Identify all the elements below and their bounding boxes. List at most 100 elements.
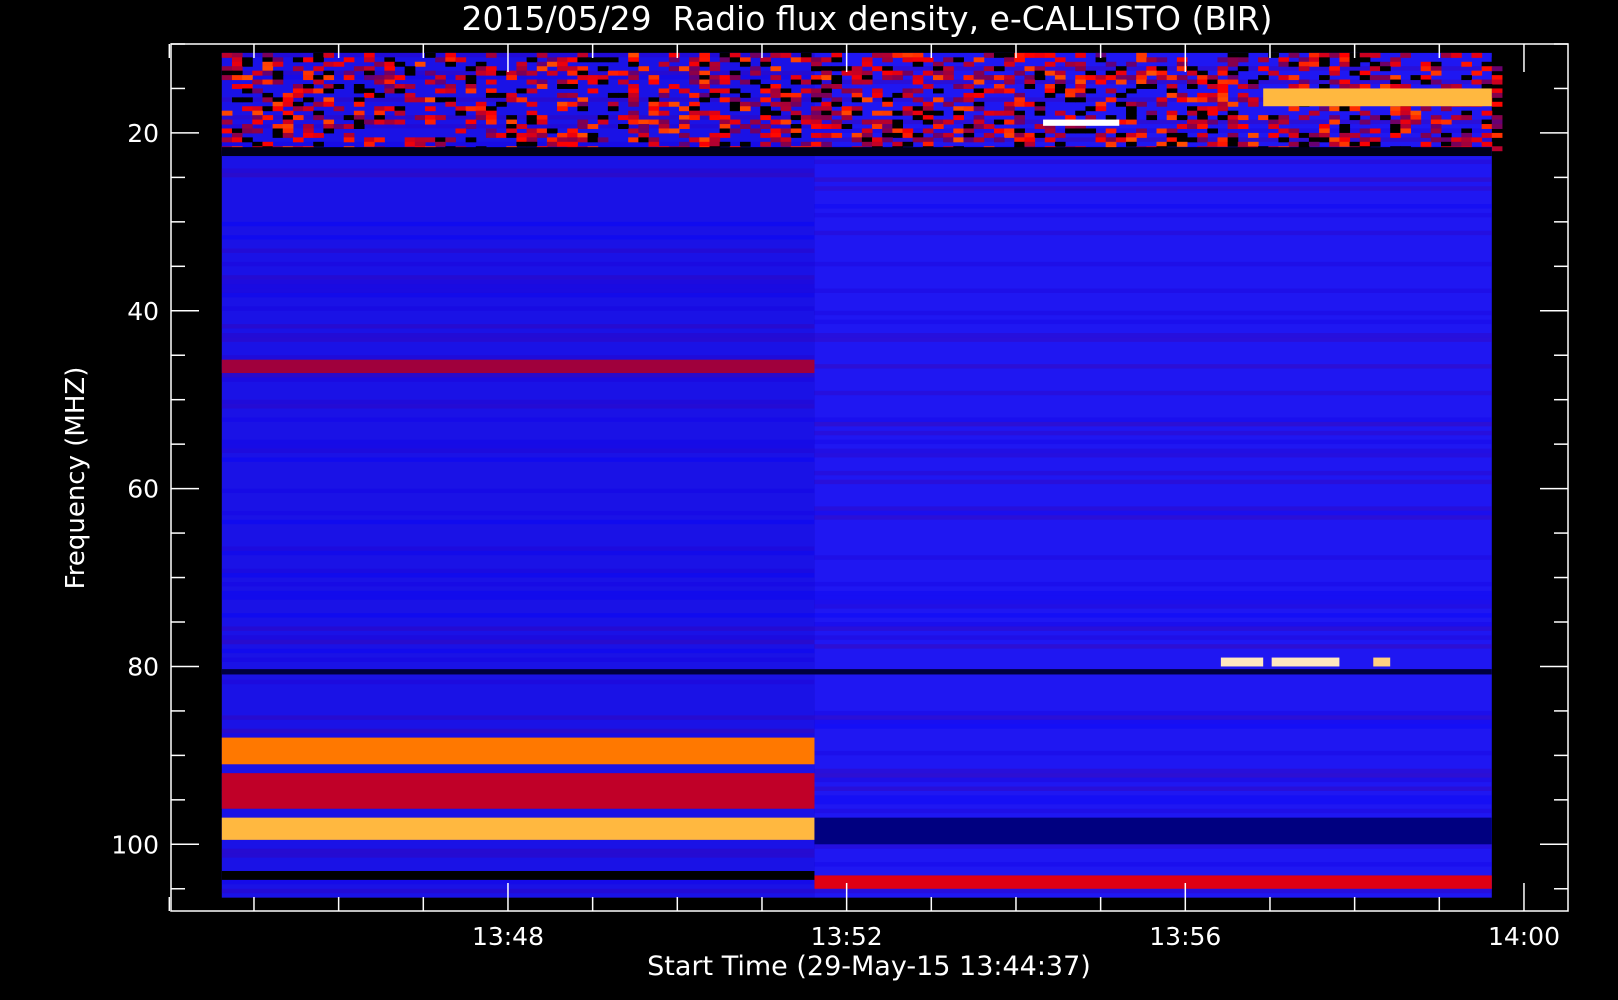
heatmap-texture-row — [814, 212, 1492, 218]
heatmap-cell — [485, 106, 497, 112]
heatmap-cell — [526, 110, 538, 116]
heatmap-cell — [364, 66, 375, 72]
heatmap-cell — [1065, 115, 1076, 121]
heatmap-texture-row — [221, 550, 815, 556]
heatmap-cell — [374, 110, 385, 116]
heatmap-cell — [658, 92, 670, 98]
heatmap-texture-row — [221, 221, 815, 227]
heatmap-cell — [1359, 119, 1371, 125]
heatmap-cell — [1430, 79, 1442, 85]
heatmap-cell — [861, 79, 873, 85]
heatmap-texture-row — [814, 186, 1492, 191]
heatmap-cell — [526, 70, 538, 76]
heatmap-cell — [973, 115, 985, 121]
heatmap-cell — [780, 141, 792, 147]
heatmap-cell — [1115, 132, 1127, 138]
heatmap-cell — [485, 110, 497, 116]
heatmap-cell — [1176, 75, 1188, 81]
heatmap-cell — [1278, 128, 1290, 134]
heatmap-cell — [262, 141, 274, 147]
heatmap-cell — [1339, 79, 1351, 85]
heatmap-cell — [811, 61, 822, 67]
heatmap-cell — [384, 57, 396, 63]
heatmap-cell — [1136, 84, 1147, 89]
heatmap-texture-row — [814, 768, 1492, 774]
heatmap-cell — [1187, 110, 1198, 116]
heatmap-cell — [658, 88, 670, 94]
heatmap-texture-row — [221, 568, 815, 574]
heatmap-cell — [404, 70, 416, 76]
heatmap-cell — [1461, 128, 1472, 134]
heatmap-cell — [384, 66, 396, 72]
heatmap-cell — [628, 115, 639, 121]
heatmap-cell — [1390, 61, 1401, 67]
heatmap-cell — [526, 132, 538, 138]
heatmap-cell — [709, 137, 721, 143]
heatmap-cell — [963, 128, 975, 134]
heatmap-feature-red-band — [221, 737, 815, 765]
heatmap-cell — [963, 92, 975, 98]
heatmap-cell — [1014, 119, 1025, 125]
heatmap-cell — [750, 52, 761, 58]
heatmap-cell — [231, 84, 243, 89]
heatmap-cell — [1319, 61, 1330, 67]
heatmap-cell — [668, 66, 680, 72]
heatmap-cell — [1197, 119, 1208, 125]
heatmap-cell — [1126, 141, 1137, 147]
heatmap-cell — [567, 132, 578, 138]
heatmap-cell — [912, 115, 924, 121]
heatmap-cell — [1166, 92, 1178, 98]
heatmap-cell — [1044, 70, 1056, 76]
heatmap-cell — [313, 52, 324, 58]
heatmap-cell — [953, 84, 964, 89]
heatmap-cell — [1044, 92, 1056, 98]
heatmap-cell — [303, 88, 314, 94]
heatmap-cell — [1065, 97, 1076, 103]
heatmap-cell — [1197, 75, 1208, 81]
heatmap-cell — [1176, 92, 1188, 98]
heatmap-cell — [252, 79, 263, 85]
heatmap-cell — [1349, 57, 1361, 63]
heatmap-cell — [252, 88, 263, 94]
heatmap-cell — [851, 75, 863, 81]
heatmap-cell — [1217, 101, 1229, 107]
heatmap-cell — [1217, 92, 1229, 98]
heatmap-cell — [912, 75, 924, 81]
heatmap-cell — [546, 70, 558, 76]
heatmap-cell — [811, 92, 822, 98]
heatmap-cell — [953, 57, 964, 63]
heatmap-cell — [831, 110, 843, 116]
heatmap-texture-row — [814, 799, 1492, 805]
heatmap-cell — [861, 57, 873, 63]
heatmap-cell — [414, 141, 426, 147]
heatmap-cell — [1197, 132, 1208, 138]
heatmap-cell — [1400, 110, 1412, 116]
heatmap-cell — [1166, 75, 1178, 81]
heatmap-cell — [1207, 128, 1218, 134]
heatmap-cell — [1004, 119, 1015, 125]
heatmap-cell — [882, 124, 893, 129]
heatmap-texture-row — [221, 573, 815, 578]
heatmap-cell — [912, 137, 924, 143]
heatmap-cell — [1258, 66, 1269, 72]
heatmap-cell — [1268, 70, 1279, 76]
heatmap-cell — [638, 128, 650, 134]
heatmap-cell — [1217, 57, 1229, 63]
heatmap-cell — [679, 124, 690, 129]
heatmap-cell — [1319, 52, 1330, 58]
heatmap-cell — [648, 101, 660, 107]
heatmap-cell — [872, 52, 883, 58]
heatmap-cell — [872, 124, 883, 129]
heatmap-cell — [557, 141, 568, 147]
heatmap-cell — [323, 124, 335, 129]
heatmap-cell — [374, 115, 385, 121]
heatmap-cell — [1217, 141, 1229, 147]
heatmap-cell — [1166, 88, 1178, 94]
heatmap-cell — [1359, 75, 1371, 81]
heatmap-texture-row — [221, 172, 815, 178]
heatmap-cell — [882, 57, 893, 63]
heatmap-cell — [699, 61, 710, 67]
heatmap-cell — [790, 75, 802, 81]
heatmap-cell — [1400, 84, 1412, 89]
heatmap-cell — [1014, 141, 1025, 147]
